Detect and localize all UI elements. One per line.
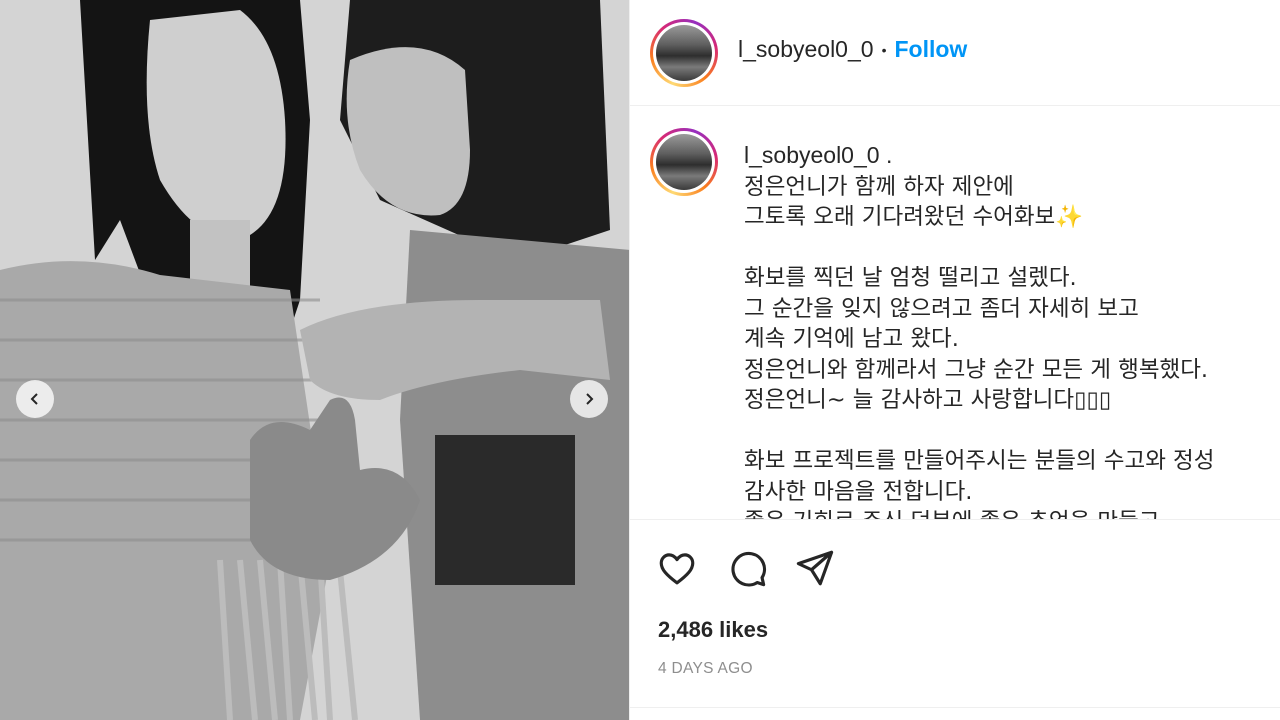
caption-line: 그 순간을 잊지 않으려고 좀더 자세히 보고 xyxy=(744,295,1139,322)
avatar[interactable] xyxy=(650,19,718,87)
actions-section: 2,486 likes 4 DAYS AGO xyxy=(630,519,1280,720)
caption-line: 계속 기억에 남고 왔다. xyxy=(744,326,959,352)
post-photo[interactable] xyxy=(0,0,629,720)
chevron-right-icon[interactable] xyxy=(570,380,608,418)
post-timestamp[interactable]: 4 DAYS AGO xyxy=(658,660,753,678)
caption-line: 정은언니와 함께라서 그냥 순간 모든 게 행복했다. xyxy=(744,356,1209,383)
follow-button[interactable]: Follow xyxy=(894,36,967,63)
photo-illustration xyxy=(0,0,629,720)
post-header: l_sobyeol0_0 • Follow xyxy=(630,0,1280,106)
username-link[interactable]: l_sobyeol0_0 xyxy=(738,36,874,63)
separator-dot: • xyxy=(881,41,887,58)
caption-line: 정은언니가 함께 하자 제안에 xyxy=(744,173,1014,200)
caption-username[interactable]: l_sobyeol0_0 . xyxy=(744,142,892,168)
caption-section: l_sobyeol0_0 . 정은언니가 함께 하자 제안에 그토록 오래 기다… xyxy=(630,107,1280,519)
avatar-image xyxy=(656,25,712,81)
caption-line: 감사한 마음을 전합니다. xyxy=(744,478,973,505)
caption-line: 그토록 오래 기다려왔던 수어화보✨ xyxy=(744,204,1084,230)
caption-avatar-image xyxy=(656,134,712,190)
divider xyxy=(630,707,1280,708)
caption-line: 화보 프로젝트를 만들어주시는 분들의 수고와 정성 xyxy=(744,448,1215,474)
caption-line: 정은언니~ 늘 감사하고 사랑합니다▯▯▯ xyxy=(744,387,1112,413)
share-icon[interactable] xyxy=(794,547,836,589)
caption-avatar[interactable] xyxy=(650,128,718,196)
caption-text: l_sobyeol0_0 . 정은언니가 함께 하자 제안에 그토록 오래 기다… xyxy=(744,140,1280,519)
header-user-line: l_sobyeol0_0 • Follow xyxy=(738,36,967,63)
heart-icon[interactable] xyxy=(656,547,698,589)
chevron-left-icon[interactable] xyxy=(16,380,54,418)
likes-count[interactable]: 2,486 likes xyxy=(658,617,768,643)
comment-icon[interactable] xyxy=(726,547,768,589)
post-sidebar: l_sobyeol0_0 • Follow l_sobyeol0_0 . 정은언… xyxy=(630,0,1280,720)
caption-line: 좋은 기회로 주신 덕분에 좋은 추억을 만들고 xyxy=(744,509,1160,519)
caption-line: 화보를 찍던 날 엄청 떨리고 설렜다. xyxy=(744,265,1077,291)
